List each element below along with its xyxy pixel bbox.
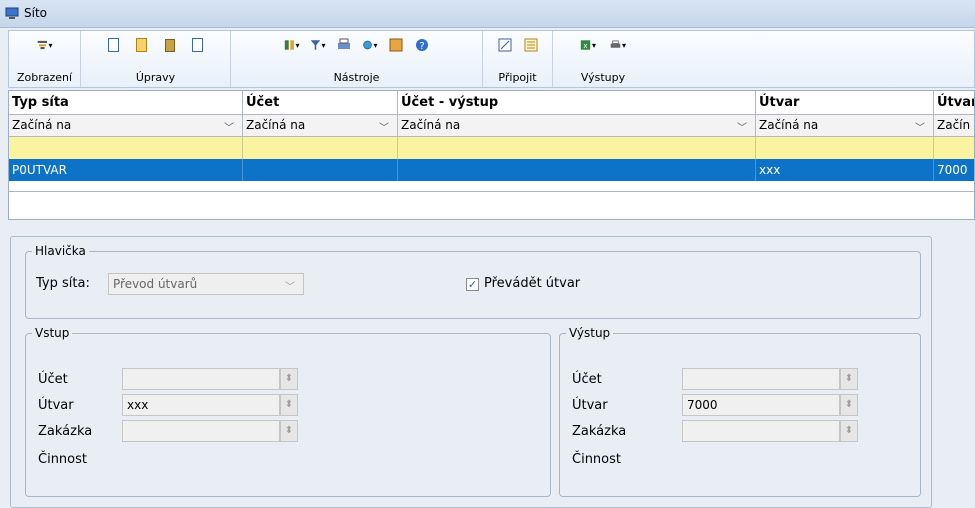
filter-typ-sita[interactable]: Začíná na ﹀ xyxy=(9,115,243,137)
filter-utvar[interactable]: Začíná na ﹀ xyxy=(756,115,934,137)
refresh-icon[interactable]: ▾ xyxy=(362,37,378,53)
vystup-utvar-lookup-button[interactable]: ⬍ xyxy=(840,394,858,416)
vstup-zakazka-label: Zakázka xyxy=(38,424,93,439)
hlavicka-group: Hlavička Typ síta: Převod útvarů ﹀ ✓ Pře… xyxy=(25,244,921,319)
toolbar: ▾ Zobrazení Úpravy ▾ ▾ ▾ ? Nástroje Přip… xyxy=(8,30,975,88)
toolbar-group-vystupy: x ▾ ▾ Výstupy xyxy=(553,31,653,87)
vstup-ucet-field[interactable] xyxy=(122,368,280,390)
column-header-ucet-vystup[interactable]: Účet - výstup xyxy=(398,91,756,115)
vstup-utvar-lookup-button[interactable]: ⬍ xyxy=(280,394,298,416)
vstup-utvar-field[interactable]: xxx xyxy=(122,394,280,416)
data-grid: Typ síta Účet Účet - výstup Útvar Útvar … xyxy=(8,90,975,220)
vstup-ucet-lookup-button[interactable]: ⬍ xyxy=(280,368,298,390)
new-row[interactable] xyxy=(9,137,974,159)
chevron-down-icon: ﹀ xyxy=(285,282,295,293)
copy-record-icon[interactable] xyxy=(190,37,206,53)
toolbar-group-zobrazeni: ▾ Zobrazení xyxy=(9,31,81,87)
vystup-ucet-field[interactable] xyxy=(682,368,840,390)
filter-label: Začíná na xyxy=(12,118,72,132)
help-icon[interactable]: ? xyxy=(414,37,430,53)
cell-ucet[interactable] xyxy=(243,159,398,181)
window-title: Síto xyxy=(24,6,47,20)
vystup-ucet-label: Účet xyxy=(572,372,602,387)
vstup-ucet-label: Účet xyxy=(38,372,68,387)
svg-text:?: ? xyxy=(419,41,424,52)
calculator-icon[interactable] xyxy=(388,37,404,53)
toolbar-group-label: Nástroje xyxy=(333,71,380,84)
toolbar-group-label: Výstupy xyxy=(580,71,626,84)
vystup-zakazka-field[interactable] xyxy=(682,420,840,442)
vstup-utvar-label: Útvar xyxy=(38,398,74,413)
typ-sita-value: Převod útvarů xyxy=(113,277,198,291)
grid-divider xyxy=(9,191,974,192)
chevron-down-icon: ﹀ xyxy=(379,123,389,134)
cell-utvar[interactable]: xxx xyxy=(756,159,934,181)
chevron-down-icon: ﹀ xyxy=(737,123,747,134)
toolbar-group-label: Zobrazení xyxy=(16,71,73,84)
app-icon xyxy=(5,7,19,19)
detail-panel: Hlavička Typ síta: Převod útvarů ﹀ ✓ Pře… xyxy=(10,236,932,508)
filter-label: Začín xyxy=(937,118,971,132)
chevron-down-icon: ﹀ xyxy=(224,123,234,134)
vstup-cinnost-label: Činnost xyxy=(38,452,87,467)
cell-utvar-vystup[interactable]: 7000 xyxy=(934,159,974,181)
attach-edit-icon[interactable] xyxy=(497,37,513,53)
vstup-zakazka-field[interactable] xyxy=(122,420,280,442)
print-preview-icon[interactable] xyxy=(336,37,352,53)
vstup-zakazka-lookup-button[interactable]: ⬍ xyxy=(280,420,298,442)
chevron-down-icon: ﹀ xyxy=(915,123,925,134)
filter-icon[interactable]: ▾ xyxy=(310,37,326,53)
attach-list-icon[interactable] xyxy=(523,37,539,53)
delete-record-icon[interactable] xyxy=(162,37,178,53)
edit-record-icon[interactable] xyxy=(134,37,150,53)
column-header-ucet[interactable]: Účet xyxy=(243,91,398,115)
table-row[interactable]: P0UTVAR xxx 7000 xyxy=(9,159,974,181)
filter-ucet-vystup[interactable]: Začíná na ﹀ xyxy=(398,115,756,137)
toolbar-group-nastroje: ▾ ▾ ▾ ? Nástroje xyxy=(231,31,483,87)
toolbar-group-label: Připojit xyxy=(498,71,537,84)
vystup-cinnost-label: Činnost xyxy=(572,452,621,467)
toolbar-group-label: Úpravy xyxy=(135,71,176,84)
vystup-group: Výstup Účet ⬍ Útvar 7000 ⬍ Zakázka ⬍ Čin… xyxy=(559,326,921,497)
vystup-ucet-lookup-button[interactable]: ⬍ xyxy=(840,368,858,390)
toolbar-group-upravy: Úpravy xyxy=(81,31,231,87)
column-header-utvar-vystup[interactable]: Útvar xyxy=(934,91,974,115)
column-header-utvar[interactable]: Útvar xyxy=(756,91,934,115)
cell-ucet-vystup[interactable] xyxy=(398,159,756,181)
vstup-group: Vstup Účet ⬍ Útvar xxx ⬍ Zakázka ⬍ Činno… xyxy=(25,326,551,497)
prevadet-checkbox[interactable]: ✓ xyxy=(466,278,479,291)
print-icon[interactable]: ▾ xyxy=(610,37,626,53)
excel-export-icon[interactable]: x ▾ xyxy=(580,37,596,53)
typ-sita-combo[interactable]: Převod útvarů ﹀ xyxy=(108,273,304,295)
filter-label: Začíná na xyxy=(759,118,819,132)
filter-label: Začíná na xyxy=(246,118,306,132)
svg-text:x: x xyxy=(583,41,587,50)
typ-sita-label: Typ síta: xyxy=(36,276,90,291)
vystup-zakazka-label: Zakázka xyxy=(572,424,627,439)
vstup-legend: Vstup xyxy=(32,326,73,340)
toolbar-group-pripojit: Připojit xyxy=(483,31,553,87)
new-record-icon[interactable] xyxy=(106,37,122,53)
columns-icon[interactable]: ▾ xyxy=(284,37,300,53)
hlavicka-legend: Hlavička xyxy=(32,244,89,258)
column-header-typ-sita[interactable]: Typ síta xyxy=(9,91,243,115)
vystup-utvar-field[interactable]: 7000 xyxy=(682,394,840,416)
filter-ucet[interactable]: Začíná na ﹀ xyxy=(243,115,398,137)
prevadet-label[interactable]: Převádět útvar xyxy=(484,276,580,291)
vystup-legend: Výstup xyxy=(566,326,614,340)
filter-label: Začíná na xyxy=(401,118,461,132)
filter-utvar-vystup[interactable]: Začín xyxy=(934,115,974,137)
vystup-zakazka-lookup-button[interactable]: ⬍ xyxy=(840,420,858,442)
vystup-utvar-label: Útvar xyxy=(572,398,608,413)
title-bar: Síto xyxy=(0,0,975,28)
view-menu-icon[interactable]: ▾ xyxy=(37,37,53,53)
cell-typ-sita[interactable]: P0UTVAR xyxy=(9,159,243,181)
